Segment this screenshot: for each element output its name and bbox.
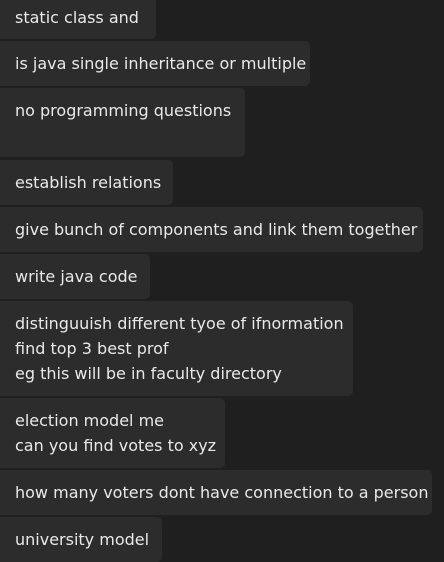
message-text: distinguuish different tyoe of ifnormati…	[15, 314, 344, 333]
message-text: static class and	[15, 8, 139, 27]
message-bubble[interactable]: give bunch of components and link them t…	[0, 207, 423, 252]
message-bubble[interactable]: establish relations	[0, 160, 173, 205]
message-bubble[interactable]: static class and	[0, 0, 156, 39]
message-list: static class and is java single inherita…	[0, 0, 444, 562]
message-text: no programming questions	[15, 101, 232, 120]
message-bubble[interactable]: election model me can you find votes to …	[0, 398, 225, 468]
message-text: election model me	[15, 411, 164, 430]
message-bubble[interactable]: university model	[0, 517, 162, 562]
message-bubble[interactable]: is java single inheritance or multiple	[0, 41, 310, 86]
message-bubble[interactable]: write java code	[0, 254, 150, 299]
message-bubble[interactable]: how many voters dont have connection to …	[0, 470, 432, 515]
message-text: university model	[15, 530, 150, 549]
message-text: find top 3 best prof	[15, 339, 169, 358]
message-bubble[interactable]: no programming questions	[0, 88, 245, 157]
message-text: eg this will be in faculty directory	[15, 364, 282, 383]
message-bubble[interactable]: distinguuish different tyoe of ifnormati…	[0, 301, 353, 396]
message-text: how many voters dont have connection to …	[15, 483, 429, 502]
message-text: write java code	[15, 267, 138, 286]
message-text: establish relations	[15, 173, 162, 192]
message-text: can you find votes to xyz	[15, 436, 217, 455]
message-text: is java single inheritance or multiple	[15, 54, 307, 73]
message-text: give bunch of components and link them t…	[15, 220, 418, 239]
